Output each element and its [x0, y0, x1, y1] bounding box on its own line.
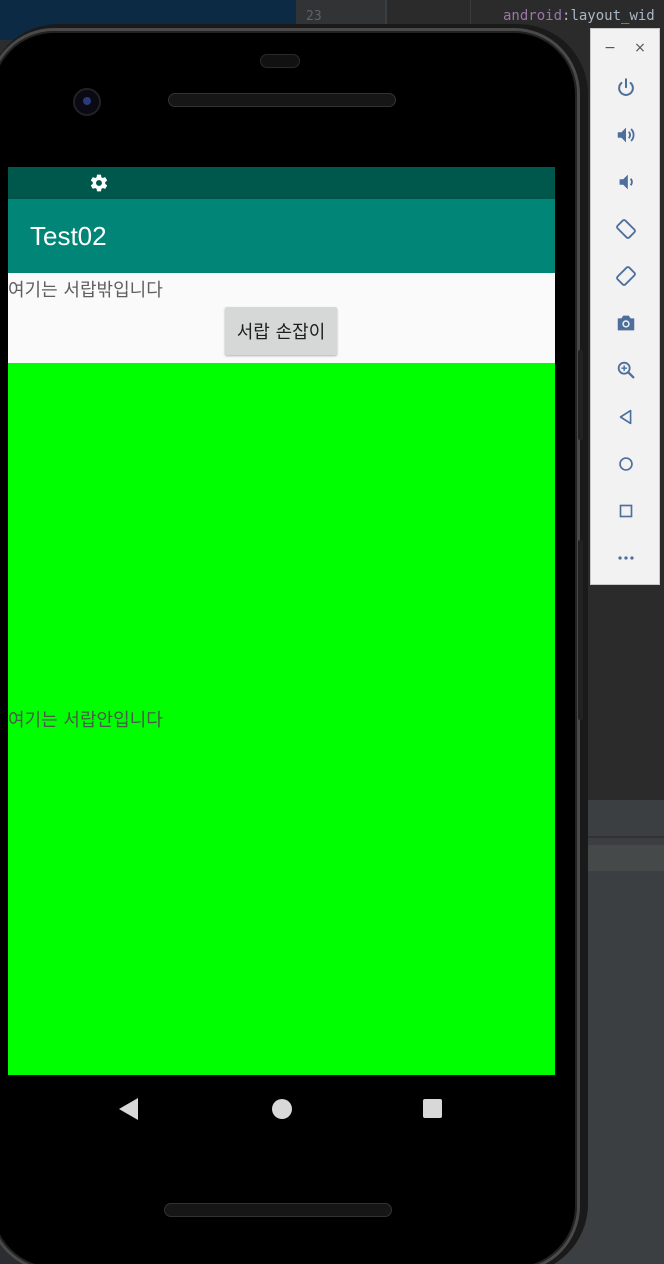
- camera-icon: [617, 315, 635, 331]
- device-screen: Test02 여기는 서랍밖입니다 서랍 손잡이 여기는 서랍안입니다: [8, 167, 555, 1174]
- ide-code-line: android:layout_wid: [503, 8, 655, 24]
- emulator-back-button[interactable]: [613, 404, 639, 430]
- desktop: 23 android:layout_wid Test02 여기는 서랍밖입니다 …: [0, 0, 664, 1264]
- rotate-right-icon: [616, 266, 636, 286]
- close-button[interactable]: ×: [630, 38, 650, 58]
- drawer-handle-button[interactable]: 서랍 손잡이: [225, 307, 337, 355]
- ide-panel-header: [580, 845, 664, 871]
- gear-icon: [90, 174, 108, 192]
- inside-drawer-text: 여기는 서랍안입니다: [8, 710, 163, 731]
- power-side-button: [578, 540, 583, 720]
- app-title: Test02: [30, 221, 107, 251]
- volume-up-button[interactable]: [613, 122, 639, 148]
- bottom-speaker-grille: [164, 1203, 392, 1217]
- emulator-toolbar: − ×: [590, 28, 660, 585]
- home-icon[interactable]: [272, 1099, 292, 1119]
- minimize-button[interactable]: −: [600, 38, 620, 58]
- app-toolbar: Test02: [8, 199, 555, 273]
- volume-down-icon: [619, 174, 633, 190]
- emulator-overview-button[interactable]: [613, 498, 639, 524]
- home-icon: [619, 457, 633, 471]
- recents-icon[interactable]: [423, 1099, 442, 1118]
- volume-down-button[interactable]: [613, 169, 639, 195]
- back-icon[interactable]: [119, 1098, 139, 1120]
- proximity-sensor: [260, 54, 300, 68]
- code-attribute: :layout_wid: [562, 8, 655, 24]
- back-icon: [619, 409, 632, 425]
- volume-side-button: [578, 350, 583, 440]
- code-keyword: android: [503, 8, 563, 24]
- front-camera: [73, 88, 101, 116]
- rotate-right-button[interactable]: [613, 263, 639, 289]
- emulator-home-button[interactable]: [613, 451, 639, 477]
- more-icon: [618, 556, 634, 560]
- rotate-left-button[interactable]: [613, 216, 639, 242]
- overview-icon: [619, 504, 633, 518]
- screenshot-button[interactable]: [613, 310, 639, 336]
- top-speaker-grille: [168, 93, 396, 107]
- volume-up-icon: [617, 127, 635, 143]
- zoom-icon: [617, 361, 635, 379]
- more-button[interactable]: [613, 545, 639, 571]
- power-icon: [618, 78, 634, 96]
- rotate-left-icon: [616, 219, 636, 239]
- zoom-button[interactable]: [613, 357, 639, 383]
- drawer-content: 여기는 서랍안입니다: [8, 363, 555, 1075]
- outside-drawer-text: 여기는 서랍밖입니다: [8, 280, 163, 301]
- power-button[interactable]: [613, 75, 639, 101]
- drawer-outside-area: 여기는 서랍밖입니다 서랍 손잡이: [8, 273, 555, 363]
- status-bar: [8, 167, 555, 199]
- navigation-bar: [8, 1075, 555, 1174]
- ide-line-number: 23: [306, 9, 322, 24]
